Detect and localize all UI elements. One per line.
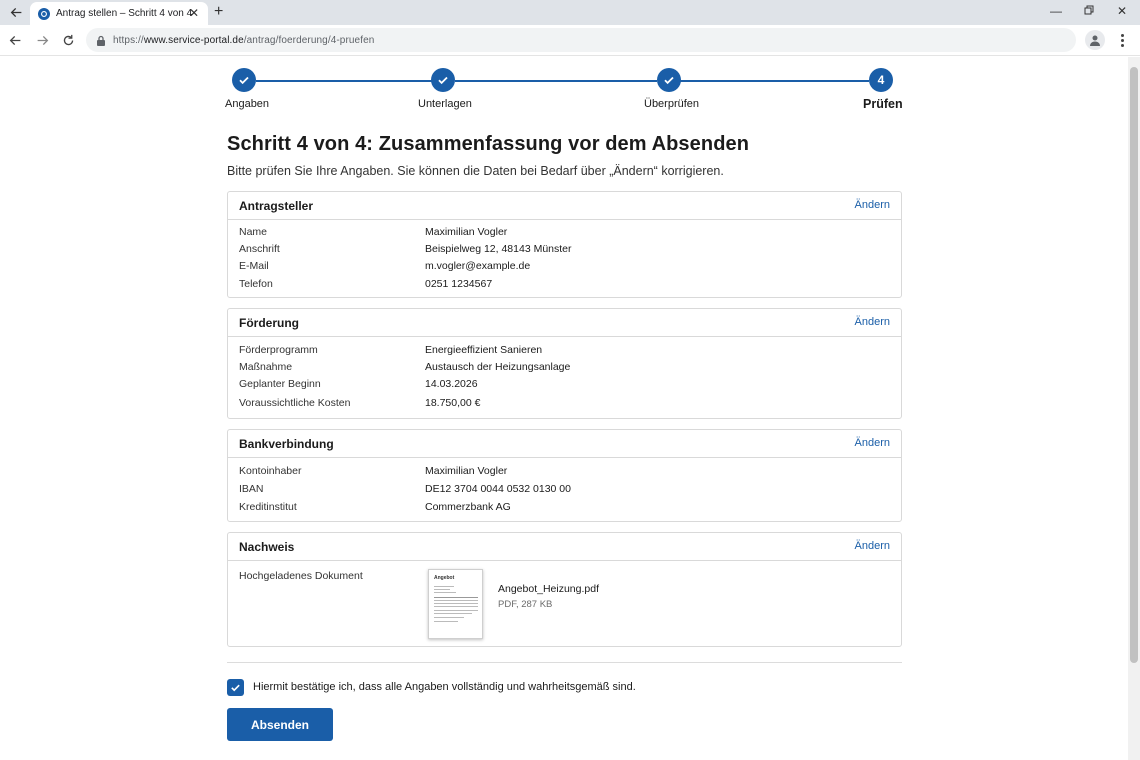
row-value: Commerzbank AG [425, 501, 511, 513]
summary-row: IBAN DE12 3704 0044 0532 0130 00 [228, 483, 901, 500]
page-content: 4 Angaben Unterlagen Überprüfen Prüfen S… [0, 57, 1128, 760]
summary-row: Kreditinstitut Commerzbank AG [228, 501, 901, 518]
row-value: 18.750,00 € [425, 397, 481, 409]
url-scheme: https:// [113, 34, 144, 46]
document-meta: PDF, 287 KB [498, 599, 553, 610]
summary-row: Förderprogramm Energieeffizient Sanieren [228, 344, 901, 361]
summary-row: Kontoinhaber Maximilian Vogler [228, 465, 901, 482]
step-1-done-icon [232, 68, 256, 92]
summary-row: Maßnahme Austausch der Heizungsanlage [228, 361, 901, 378]
forward-icon[interactable] [33, 31, 51, 49]
row-value: Maximilian Vogler [425, 465, 508, 477]
step-label-angaben: Angaben [225, 98, 270, 110]
step-label-pruefen: Prüfen [863, 97, 903, 111]
summary-row: Name Maximilian Vogler [228, 226, 901, 243]
row-value: Austausch der Heizungsanlage [425, 361, 571, 373]
step-connector [680, 80, 869, 82]
document-filename[interactable]: Angebot_Heizung.pdf [498, 583, 599, 595]
submit-button[interactable]: Absenden [227, 708, 333, 741]
row-label: Kontoinhaber [239, 465, 302, 477]
document-thumbnail[interactable]: Angebot [428, 569, 483, 639]
scrollbar-thumb[interactable] [1130, 67, 1138, 663]
row-label: Hochgeladenes Dokument [239, 570, 363, 582]
close-window-icon[interactable]: ✕ [1113, 4, 1131, 18]
row-label: Maßnahme [239, 361, 293, 373]
tab-close-icon[interactable]: ✕ [189, 6, 199, 20]
checkmark-icon [231, 684, 240, 692]
url-text: https://www.service-portal.de/antrag/foe… [113, 35, 374, 46]
reload-icon[interactable] [59, 31, 77, 49]
summary-row: Voraussichtliche Kosten 18.750,00 € [228, 397, 901, 414]
section-funding: Förderung Ändern Förderprogramm Energieef… [227, 308, 902, 419]
row-label: E-Mail [239, 260, 269, 272]
row-value: m.vogler@example.de [425, 260, 531, 272]
browser-tab[interactable]: Antrag stellen – Schritt 4 von 4 ✕ [30, 2, 208, 25]
lock-icon [97, 35, 105, 46]
row-label: IBAN [239, 483, 264, 495]
section-header: Antragsteller Ändern [228, 192, 901, 220]
page-subtitle: Bitte prüfen Sie Ihre Angaben. Sie könne… [227, 164, 724, 178]
progress-stepper: 4 Angaben Unterlagen Überprüfen Prüfen [225, 68, 903, 118]
row-label: Voraussichtliche Kosten [239, 397, 351, 409]
browser-tab-bar: Antrag stellen – Schritt 4 von 4 ✕ + — ✕ [0, 0, 1140, 25]
section-title: Förderung [239, 316, 299, 330]
new-tab-icon[interactable]: + [214, 3, 223, 21]
url-path: /antrag/foerderung/4-pruefen [243, 34, 375, 46]
section-title: Nachweis [239, 540, 295, 554]
step-3-done-icon [657, 68, 681, 92]
back-icon[interactable] [6, 31, 24, 49]
step-label-unterlagen: Unterlagen [418, 98, 472, 110]
section-title: Bankverbindung [239, 437, 334, 451]
edit-applicant-link[interactable]: Ändern [855, 199, 890, 211]
step-connector [455, 80, 657, 82]
summary-row: E-Mail m.vogler@example.de [228, 260, 901, 277]
step-2-done-icon [431, 68, 455, 92]
restore-icon[interactable] [1080, 4, 1098, 18]
row-value: Maximilian Vogler [425, 226, 508, 238]
section-proof: Nachweis Ändern Hochgeladenes Dokument A… [227, 532, 902, 647]
section-header: Bankverbindung Ändern [228, 430, 901, 458]
minimize-icon[interactable]: — [1047, 4, 1065, 18]
confirmation-label[interactable]: Hiermit bestätige ich, dass alle Angaben… [253, 681, 636, 693]
section-title: Antragsteller [239, 199, 314, 213]
summary-row: Anschrift Beispielweg 12, 48143 Münster [228, 243, 901, 260]
step-4-number: 4 [869, 68, 893, 92]
row-value: DE12 3704 0044 0532 0130 00 [425, 483, 571, 495]
section-header: Nachweis Ändern [228, 533, 901, 561]
row-label: Förderprogramm [239, 344, 318, 356]
edit-funding-link[interactable]: Ändern [855, 316, 890, 328]
row-value: 0251 1234567 [425, 278, 493, 290]
page-title: Schritt 4 von 4: Zusammenfassung vor dem… [227, 133, 750, 155]
row-value: Beispielweg 12, 48143 Münster [425, 243, 572, 255]
browser-toolbar: https://www.service-portal.de/antrag/foe… [0, 25, 1140, 56]
step-connector [256, 80, 432, 82]
step-label-ueberpruefen: Überprüfen [644, 98, 700, 110]
tab-search-back-icon[interactable] [6, 3, 26, 21]
row-value: Energieeffizient Sanieren [425, 344, 543, 356]
address-bar[interactable]: https://www.service-portal.de/antrag/foe… [86, 28, 1076, 52]
row-value: 14.03.2026 [425, 378, 478, 390]
row-label: Anschrift [239, 243, 280, 255]
row-label: Name [239, 226, 268, 238]
thumbnail-title: Angebot [434, 575, 455, 581]
edit-proof-link[interactable]: Ändern [855, 540, 890, 552]
section-bank: Bankverbindung Ändern Kontoinhaber Maximi… [227, 429, 902, 522]
tab-title: Antrag stellen – Schritt 4 von 4 [56, 8, 193, 19]
row-label: Geplanter Beginn [239, 378, 321, 390]
section-applicant: Antragsteller Ändern Name Maximilian Vogl… [227, 191, 902, 298]
row-label: Telefon [239, 278, 273, 290]
section-header: Förderung Ändern [228, 309, 901, 337]
profile-avatar-icon[interactable] [1085, 30, 1105, 50]
site-favicon-icon [38, 7, 50, 20]
row-label: Kreditinstitut [239, 501, 297, 513]
confirmation-checkbox[interactable] [227, 679, 244, 696]
summary-row: Geplanter Beginn 14.03.2026 [228, 378, 901, 395]
browser-menu-icon[interactable] [1115, 31, 1129, 49]
summary-row: Telefon 0251 1234567 [228, 278, 901, 295]
divider [227, 662, 902, 663]
url-host: www.service-portal.de [143, 34, 244, 46]
edit-bank-link[interactable]: Ändern [855, 437, 890, 449]
